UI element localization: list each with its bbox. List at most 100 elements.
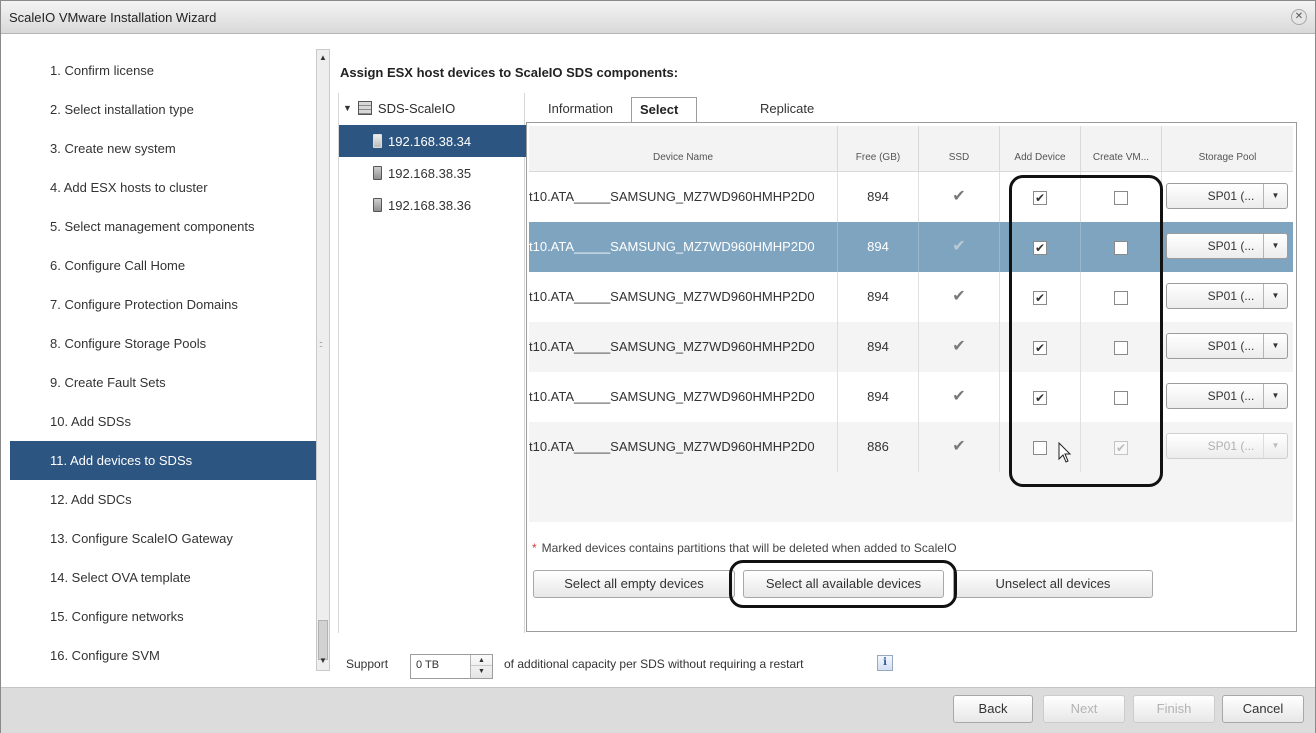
scroll-up-icon[interactable]: ▲ <box>318 53 328 63</box>
wizard-window: ScaleIO VMware Installation Wizard ✕ 1. … <box>0 0 1316 733</box>
tab-replicate-selection[interactable]: Replicate selection <box>752 97 822 140</box>
close-icon[interactable]: ✕ <box>1291 9 1307 25</box>
storage-pool-value: SP01 (... <box>1207 389 1255 403</box>
step-item[interactable]: 7. Configure Protection Domains <box>10 285 316 324</box>
select-all-available-button[interactable]: Select all available devices <box>743 570 944 598</box>
storage-pool-dropdown[interactable]: SP01 (... ▼ <box>1166 383 1288 409</box>
select-all-empty-button[interactable]: Select all empty devices <box>533 570 735 598</box>
tree-host-node[interactable]: 192.168.38.35 <box>339 157 526 189</box>
tree-root-node[interactable]: ▼ SDS-ScaleIO <box>343 98 455 118</box>
add-device-checkbox[interactable] <box>1033 440 1047 455</box>
step-item[interactable]: 5. Select management components <box>10 207 316 246</box>
device-row[interactable]: t10.ATA_____SAMSUNG_MZ7WD960HMHP2D0 894 ✔ ✔… <box>529 272 1293 322</box>
create-vm-checkbox[interactable] <box>1114 290 1128 305</box>
spinner-arrows[interactable]: ▲ ▼ <box>470 655 492 678</box>
capacity-spinner[interactable]: 0 TB ▲ ▼ <box>410 654 493 679</box>
chevron-down-icon[interactable]: ▼ <box>1263 234 1287 258</box>
step-item[interactable]: 10. Add SDSs <box>10 402 316 441</box>
cancel-button[interactable]: Cancel <box>1222 695 1304 723</box>
column-device-name[interactable]: Device Name <box>529 126 838 172</box>
add-device-checkbox[interactable]: ✔ <box>1033 240 1047 255</box>
create-vm-cell <box>1081 172 1162 222</box>
column-ssd[interactable]: SSD <box>919 126 1000 172</box>
grid-empty-area <box>529 472 1293 522</box>
create-vm-checkbox[interactable]: ✔ <box>1114 440 1128 455</box>
create-vm-cell: ✔ <box>1081 422 1162 472</box>
step-item[interactable]: 13. Configure ScaleIO Gateway <box>10 519 316 558</box>
ssd-check-icon: ✔ <box>952 188 966 205</box>
grid-header: Device Name Free (GB) SSD Add Device Cre… <box>529 126 1293 172</box>
create-vm-checkbox[interactable] <box>1114 340 1128 355</box>
add-device-checkbox[interactable]: ✔ <box>1033 190 1047 205</box>
storage-pool-dropdown[interactable]: SP01 (... ▼ <box>1166 283 1288 309</box>
tab-information[interactable]: Information <box>540 97 621 123</box>
free-gb-cell: 886 <box>838 422 919 472</box>
add-device-cell: ✔ <box>1000 272 1081 322</box>
storage-pool-dropdown[interactable]: SP01 (... ▼ <box>1166 333 1288 359</box>
step-item[interactable]: 14. Select OVA template <box>10 558 316 597</box>
spinner-down-icon[interactable]: ▼ <box>471 666 492 677</box>
chevron-down-icon[interactable]: ▼ <box>1263 184 1287 208</box>
storage-pool-dropdown[interactable]: SP01 (... ▼ <box>1166 433 1288 459</box>
info-icon[interactable]: i <box>877 655 893 671</box>
column-storage-pool[interactable]: Storage Pool <box>1162 126 1293 172</box>
add-device-checkbox[interactable]: ✔ <box>1033 290 1047 305</box>
create-vm-cell <box>1081 372 1162 422</box>
step-item[interactable]: 9. Create Fault Sets <box>10 363 316 402</box>
step-item[interactable]: 3. Create new system <box>10 129 316 168</box>
storage-pool-value: SP01 (... <box>1207 439 1255 453</box>
step-item[interactable]: 6. Configure Call Home <box>10 246 316 285</box>
storage-pool-value: SP01 (... <box>1207 239 1255 253</box>
step-item[interactable]: 12. Add SDCs <box>10 480 316 519</box>
spinner-up-icon[interactable]: ▲ <box>471 655 492 666</box>
add-device-checkbox[interactable]: ✔ <box>1033 390 1047 405</box>
step-item[interactable]: 15. Configure networks <box>10 597 316 636</box>
device-row[interactable]: t10.ATA_____SAMSUNG_MZ7WD960HMHP2D0 894 ✔ ✔… <box>529 222 1293 272</box>
device-row[interactable]: t10.ATA_____SAMSUNG_MZ7WD960HMHP2D0 894 ✔ ✔… <box>529 372 1293 422</box>
chevron-down-icon[interactable]: ▼ <box>1263 334 1287 358</box>
create-vm-checkbox[interactable] <box>1114 190 1128 205</box>
finish-button[interactable]: Finish <box>1133 695 1215 723</box>
device-row[interactable]: t10.ATA_____SAMSUNG_MZ7WD960HMHP2D0 886 ✔ ✔… <box>529 422 1293 472</box>
column-add-device[interactable]: Add Device <box>1000 126 1081 172</box>
tab-select-devices[interactable]: Select devices <box>631 97 697 141</box>
step-item[interactable]: 2. Select installation type <box>10 90 316 129</box>
storage-pool-cell: SP01 (... ▼ <box>1162 422 1293 472</box>
device-grid: Device Name Free (GB) SSD Add Device Cre… <box>529 126 1293 522</box>
unselect-all-button[interactable]: Unselect all devices <box>953 570 1153 598</box>
storage-pool-dropdown[interactable]: SP01 (... ▼ <box>1166 183 1288 209</box>
device-row[interactable]: t10.ATA_____SAMSUNG_MZ7WD960HMHP2D0 894 ✔ ✔… <box>529 172 1293 222</box>
splitter-grip-icon[interactable]: :: <box>319 339 323 349</box>
step-item[interactable]: 4. Add ESX hosts to cluster <box>10 168 316 207</box>
add-device-checkbox[interactable]: ✔ <box>1033 340 1047 355</box>
storage-pool-cell: SP01 (... ▼ <box>1162 272 1293 322</box>
next-button[interactable]: Next <box>1043 695 1125 723</box>
step-item[interactable]: 11. Add devices to SDSs <box>10 441 316 480</box>
step-item[interactable]: 8. Configure Storage Pools <box>10 324 316 363</box>
chevron-down-icon[interactable]: ▼ <box>1263 384 1287 408</box>
tree-host-node[interactable]: 192.168.38.36 <box>339 189 526 221</box>
step-item[interactable]: 1. Confirm license <box>10 51 316 90</box>
column-create-vm[interactable]: Create VM... <box>1081 126 1162 172</box>
back-button[interactable]: Back <box>953 695 1033 723</box>
device-name-cell: t10.ATA_____SAMSUNG_MZ7WD960HMHP2D0 <box>529 272 838 322</box>
step-item[interactable]: 16. Configure SVM <box>10 636 316 675</box>
column-free-gb[interactable]: Free (GB) <box>838 126 919 172</box>
create-vm-checkbox[interactable] <box>1114 390 1128 405</box>
storage-pool-value: SP01 (... <box>1207 289 1255 303</box>
step-list-scrollbar[interactable]: ▲ ▼ <box>316 49 330 671</box>
tree-host-node[interactable]: 192.168.38.34 <box>339 125 526 157</box>
scroll-down-icon[interactable]: ▼ <box>318 656 328 666</box>
device-row[interactable]: t10.ATA_____SAMSUNG_MZ7WD960HMHP2D0 894 ✔ ✔… <box>529 322 1293 372</box>
scrollbar-thumb[interactable] <box>318 620 328 660</box>
capacity-value[interactable]: 0 TB <box>416 659 439 671</box>
storage-pool-dropdown[interactable]: SP01 (... ▼ <box>1166 233 1288 259</box>
warning-marker: * <box>532 541 537 555</box>
create-vm-cell <box>1081 272 1162 322</box>
device-name-cell: t10.ATA_____SAMSUNG_MZ7WD960HMHP2D0 <box>529 222 838 272</box>
chevron-down-icon[interactable]: ▼ <box>1263 284 1287 308</box>
collapse-arrow-icon[interactable]: ▼ <box>343 103 352 113</box>
server-icon <box>373 198 382 212</box>
chevron-down-icon[interactable]: ▼ <box>1263 434 1287 458</box>
create-vm-checkbox[interactable] <box>1114 240 1128 255</box>
